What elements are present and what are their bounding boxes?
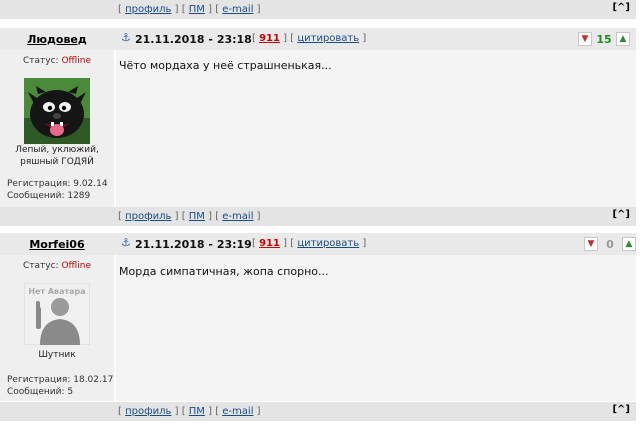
author-title: Шутник <box>38 350 76 360</box>
email-link[interactable]: e-mail <box>222 406 253 417</box>
post-header: Людовед ⚓ 21.11.2018 - 23:18 [ 911 ] [ ц… <box>0 28 636 50</box>
scroll-top-button[interactable]: [^] <box>612 2 630 14</box>
pm-link[interactable]: ПМ <box>189 211 205 222</box>
email-link[interactable]: e-mail <box>222 211 253 222</box>
post-actions: [ 911 ] [ цитировать ] <box>252 33 367 44</box>
post-text: Морда симпатичная, жопа спорно... <box>119 265 329 278</box>
author-panel: Статус: Offline Нет Аватара Шутник Регис… <box>0 255 114 401</box>
post-header: Morfei06 ⚓ 21.11.2018 - 23:19 [ 911 ] [ … <box>0 233 636 255</box>
post-footer-bar: [ профиль ] [ ПМ ] [ e-mail ] [^] <box>0 402 636 421</box>
author-meta: Регистрация: 18.02.17 Сообщений: 5 <box>7 374 113 398</box>
profile-link[interactable]: профиль <box>125 211 171 222</box>
scroll-top-button[interactable]: [^] <box>612 404 630 416</box>
thumbs-down-icon[interactable]: ▼ <box>584 237 598 251</box>
post-text: Чёто мордаха у неё страшненькая... <box>119 59 332 72</box>
rating-widget: ▼ 15 ▲ <box>578 31 630 47</box>
registration-date: Регистрация: 9.02.14 <box>7 179 108 189</box>
anchor-icon[interactable]: ⚓ <box>121 237 131 249</box>
avatar[interactable]: Нет Аватара <box>23 282 91 348</box>
post-footer-bar: [ профиль ] [ ПМ ] [ e-mail ] [^] <box>0 0 636 19</box>
author-panel: Статус: Offline Лепый, уклюжий, ряшный Г… <box>0 50 114 207</box>
message-count: Сообщений: 1289 <box>7 191 91 201</box>
rating-count: 15 <box>596 32 612 46</box>
pm-link[interactable]: ПМ <box>189 4 205 15</box>
message-count: Сообщений: 5 <box>7 387 74 397</box>
author-meta: Регистрация: 9.02.14 Сообщений: 1289 <box>7 178 108 202</box>
status-value: Offline <box>61 56 91 66</box>
author-nick[interactable]: Людовед <box>0 33 114 46</box>
author-status: Статус: Offline <box>23 261 91 271</box>
author-status: Статус: Offline <box>23 56 91 66</box>
status-value: Offline <box>61 261 91 271</box>
email-link[interactable]: e-mail <box>222 4 253 15</box>
thumbs-up-icon[interactable]: ▲ <box>622 237 636 251</box>
author-nick[interactable]: Morfei06 <box>0 238 114 251</box>
divider <box>0 226 636 228</box>
post-number-link[interactable]: 911 <box>259 238 280 249</box>
post-number-link[interactable]: 911 <box>259 33 280 44</box>
anchor-icon[interactable]: ⚓ <box>121 32 131 44</box>
post-date: 21.11.2018 - 23:18 <box>135 33 252 46</box>
pm-link[interactable]: ПМ <box>189 406 205 417</box>
divider <box>0 19 636 21</box>
rating-count: 0 <box>606 237 614 251</box>
profile-link[interactable]: профиль <box>125 406 171 417</box>
quote-link[interactable]: цитировать <box>297 238 359 249</box>
post-actions: [ 911 ] [ цитировать ] <box>252 238 367 249</box>
post-body <box>116 50 636 207</box>
post-footer-bar: [ профиль ] [ ПМ ] [ e-mail ] [^] <box>0 207 636 226</box>
rating-widget: ▼ 0 ▲ <box>584 236 636 252</box>
thumbs-down-icon[interactable]: ▼ <box>578 32 592 46</box>
scroll-top-button[interactable]: [^] <box>612 209 630 221</box>
thumbs-up-icon[interactable]: ▲ <box>616 32 630 46</box>
quote-link[interactable]: цитировать <box>297 33 359 44</box>
registration-date: Регистрация: 18.02.17 <box>7 375 114 385</box>
post-date: 21.11.2018 - 23:19 <box>135 238 252 251</box>
author-title: Лепый, уклюжий, ряшный ГОДЯЙ <box>15 145 99 167</box>
profile-link[interactable]: профиль <box>125 4 171 15</box>
avatar-placeholder-text: Нет Аватара <box>28 287 85 296</box>
avatar[interactable] <box>24 78 90 147</box>
